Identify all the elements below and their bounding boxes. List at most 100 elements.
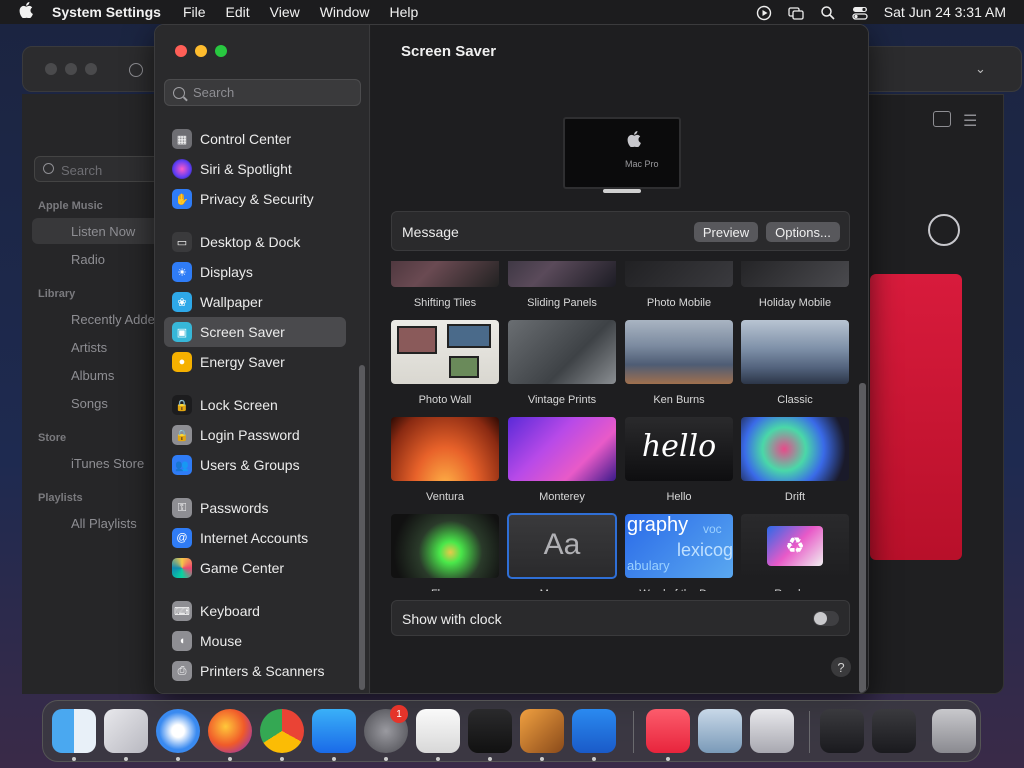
dock-trash-icon[interactable]: [932, 709, 976, 753]
dock-preview-icon[interactable]: [698, 709, 742, 753]
sidebar-item-label: Energy Saver: [200, 354, 285, 370]
saver-tile-word-of-the-day[interactable]: graphy voc lexicog abulary Word of the Day: [625, 514, 733, 591]
sidebar-item-printers-scanners[interactable]: ⎙ Printers & Scanners: [164, 656, 346, 686]
sidebar-item-passwords[interactable]: ⚿ Passwords: [164, 493, 346, 523]
show-with-clock-toggle[interactable]: [813, 611, 839, 626]
music-item-all-playlists[interactable]: All Playlists: [71, 516, 137, 531]
account-avatar-icon[interactable]: [928, 214, 960, 246]
sidebar-item-screen-saver[interactable]: ▣ Screen Saver: [164, 317, 346, 347]
menu-file[interactable]: File: [183, 4, 206, 20]
sidebar-item-desktop-dock[interactable]: ▭ Desktop & Dock: [164, 227, 346, 257]
sidebar-item-keyboard[interactable]: ⌨ Keyboard: [164, 596, 346, 626]
dock-screenshot-icon[interactable]: [750, 709, 794, 753]
saver-tile-random[interactable]: ♻ Random: [741, 514, 849, 591]
spotlight-search-icon[interactable]: [820, 5, 836, 20]
saver-tile-ventura[interactable]: Ventura: [391, 417, 499, 503]
window-controls: [175, 45, 227, 57]
saver-tile-monterey[interactable]: Monterey: [508, 417, 616, 503]
sidebar-item-users-groups[interactable]: 👥 Users & Groups: [164, 450, 346, 480]
help-button[interactable]: ?: [831, 657, 851, 677]
sidebar-item-internet-accounts[interactable]: @ Internet Accounts: [164, 523, 346, 553]
music-item-recently-added[interactable]: Recently Added: [71, 312, 162, 327]
sidebar-scrollbar[interactable]: [359, 365, 365, 690]
menu-edit[interactable]: Edit: [226, 4, 250, 20]
saver-tile-shifting-tiles[interactable]: Shifting Tiles: [391, 261, 499, 309]
sidebar-item-lock-screen[interactable]: 🔒 Lock Screen: [164, 390, 346, 420]
music-item-itunes-store[interactable]: iTunes Store: [71, 456, 144, 471]
content-scrollbar[interactable]: [859, 383, 866, 693]
dock-firefox-icon[interactable]: [208, 709, 252, 753]
dock-app-store-icon[interactable]: [312, 709, 356, 753]
saver-tile-holiday-mobile[interactable]: Holiday Mobile: [741, 261, 849, 309]
search-icon: [43, 163, 54, 174]
music-item-artists[interactable]: Artists: [71, 340, 107, 355]
dock-terminal-icon[interactable]: [468, 709, 512, 753]
sidebar-item-energy-saver[interactable]: ● Energy Saver: [164, 347, 346, 377]
sidebar-search-field[interactable]: Search: [164, 79, 361, 106]
running-indicator: [72, 757, 76, 761]
bg-zoom-button: [85, 63, 97, 75]
menu-window[interactable]: Window: [320, 4, 370, 20]
music-artwork-card[interactable]: [870, 274, 962, 560]
dock-visual-studio-code-icon[interactable]: [572, 709, 616, 753]
dock-separator: [633, 711, 634, 753]
chevron-down-icon[interactable]: ⌄: [975, 61, 986, 77]
music-item-listen-now[interactable]: Listen Now: [71, 224, 135, 239]
running-indicator: [488, 757, 492, 761]
dock-music-icon[interactable]: [646, 709, 690, 753]
saver-tile-sliding-panels[interactable]: Sliding Panels: [508, 261, 616, 309]
music-search-field[interactable]: Search: [34, 156, 164, 182]
sidebar-item-control-center[interactable]: ▦ Control Center: [164, 124, 346, 154]
sidebar-item-login-password[interactable]: 🔒 Login Password: [164, 420, 346, 450]
saver-tile-drift[interactable]: Drift: [741, 417, 849, 503]
control-center-icon[interactable]: [852, 5, 868, 20]
menu-view[interactable]: View: [270, 4, 300, 20]
saver-tile-ken-burns[interactable]: Ken Burns: [625, 320, 733, 406]
sidebar-item-displays[interactable]: ☀ Displays: [164, 257, 346, 287]
running-indicator: [540, 757, 544, 761]
music-item-songs[interactable]: Songs: [71, 396, 108, 411]
dock-downloads-icon[interactable]: [820, 709, 864, 753]
sidebar-item-label: Printers & Scanners: [200, 663, 325, 679]
dock-launchpad-icon[interactable]: [104, 709, 148, 753]
saver-tile-classic[interactable]: Classic: [741, 320, 849, 406]
saver-tile-hello[interactable]: hello Hello: [625, 417, 733, 503]
sidebar-item-siri-spotlight[interactable]: Siri & Spotlight: [164, 154, 346, 184]
options-button[interactable]: Options...: [766, 222, 840, 242]
preview-button[interactable]: Preview: [694, 222, 758, 242]
sidebar-item-mouse[interactable]: ◖ Mouse: [164, 626, 346, 656]
saver-tile-flurry[interactable]: Flurry: [391, 514, 499, 591]
dock-safari-icon[interactable]: [156, 709, 200, 753]
sidebar-item-wallpaper[interactable]: ❀ Wallpaper: [164, 287, 346, 317]
dock-documents-icon[interactable]: [872, 709, 916, 753]
apple-menu-icon[interactable]: [0, 1, 52, 23]
zoom-button[interactable]: [215, 45, 227, 57]
menu-help[interactable]: Help: [390, 4, 419, 20]
minimize-button[interactable]: [195, 45, 207, 57]
sidebar-item-game-center[interactable]: Game Center: [164, 553, 346, 583]
dock-textedit-icon[interactable]: [416, 709, 460, 753]
play-icon[interactable]: [756, 5, 772, 21]
screen-mirroring-icon[interactable]: [788, 5, 804, 20]
saver-tile-photo-mobile[interactable]: Photo Mobile: [625, 261, 733, 309]
dock-chrome-icon[interactable]: [260, 709, 304, 753]
dock-separator: [809, 711, 810, 753]
app-menu[interactable]: System Settings: [52, 4, 161, 20]
dock-garageband-icon[interactable]: [520, 709, 564, 753]
saver-tile-message[interactable]: Aa Message: [507, 513, 617, 591]
dock-finder-icon[interactable]: [52, 709, 96, 753]
saver-label: Random: [741, 588, 849, 591]
close-button[interactable]: [175, 45, 187, 57]
music-item-albums[interactable]: Albums: [71, 368, 114, 383]
system-settings-window: Search ▦ Control Center Siri & Spotlight ✋ P…: [154, 24, 869, 694]
music-item-radio[interactable]: Radio: [71, 252, 105, 267]
sidebar-item-label: Wallpaper: [200, 294, 263, 310]
lyrics-icon[interactable]: [933, 111, 951, 127]
saver-tile-photo-wall[interactable]: Photo Wall: [391, 320, 499, 406]
page-title: Screen Saver: [401, 43, 497, 60]
sidebar-item-label: Lock Screen: [200, 397, 278, 413]
menubar-clock[interactable]: Sat Jun 24 3:31 AM: [884, 4, 1006, 20]
queue-list-icon[interactable]: ☰: [963, 111, 977, 131]
saver-tile-vintage-prints[interactable]: Vintage Prints: [508, 320, 616, 406]
sidebar-item-privacy-security[interactable]: ✋ Privacy & Security: [164, 184, 346, 214]
